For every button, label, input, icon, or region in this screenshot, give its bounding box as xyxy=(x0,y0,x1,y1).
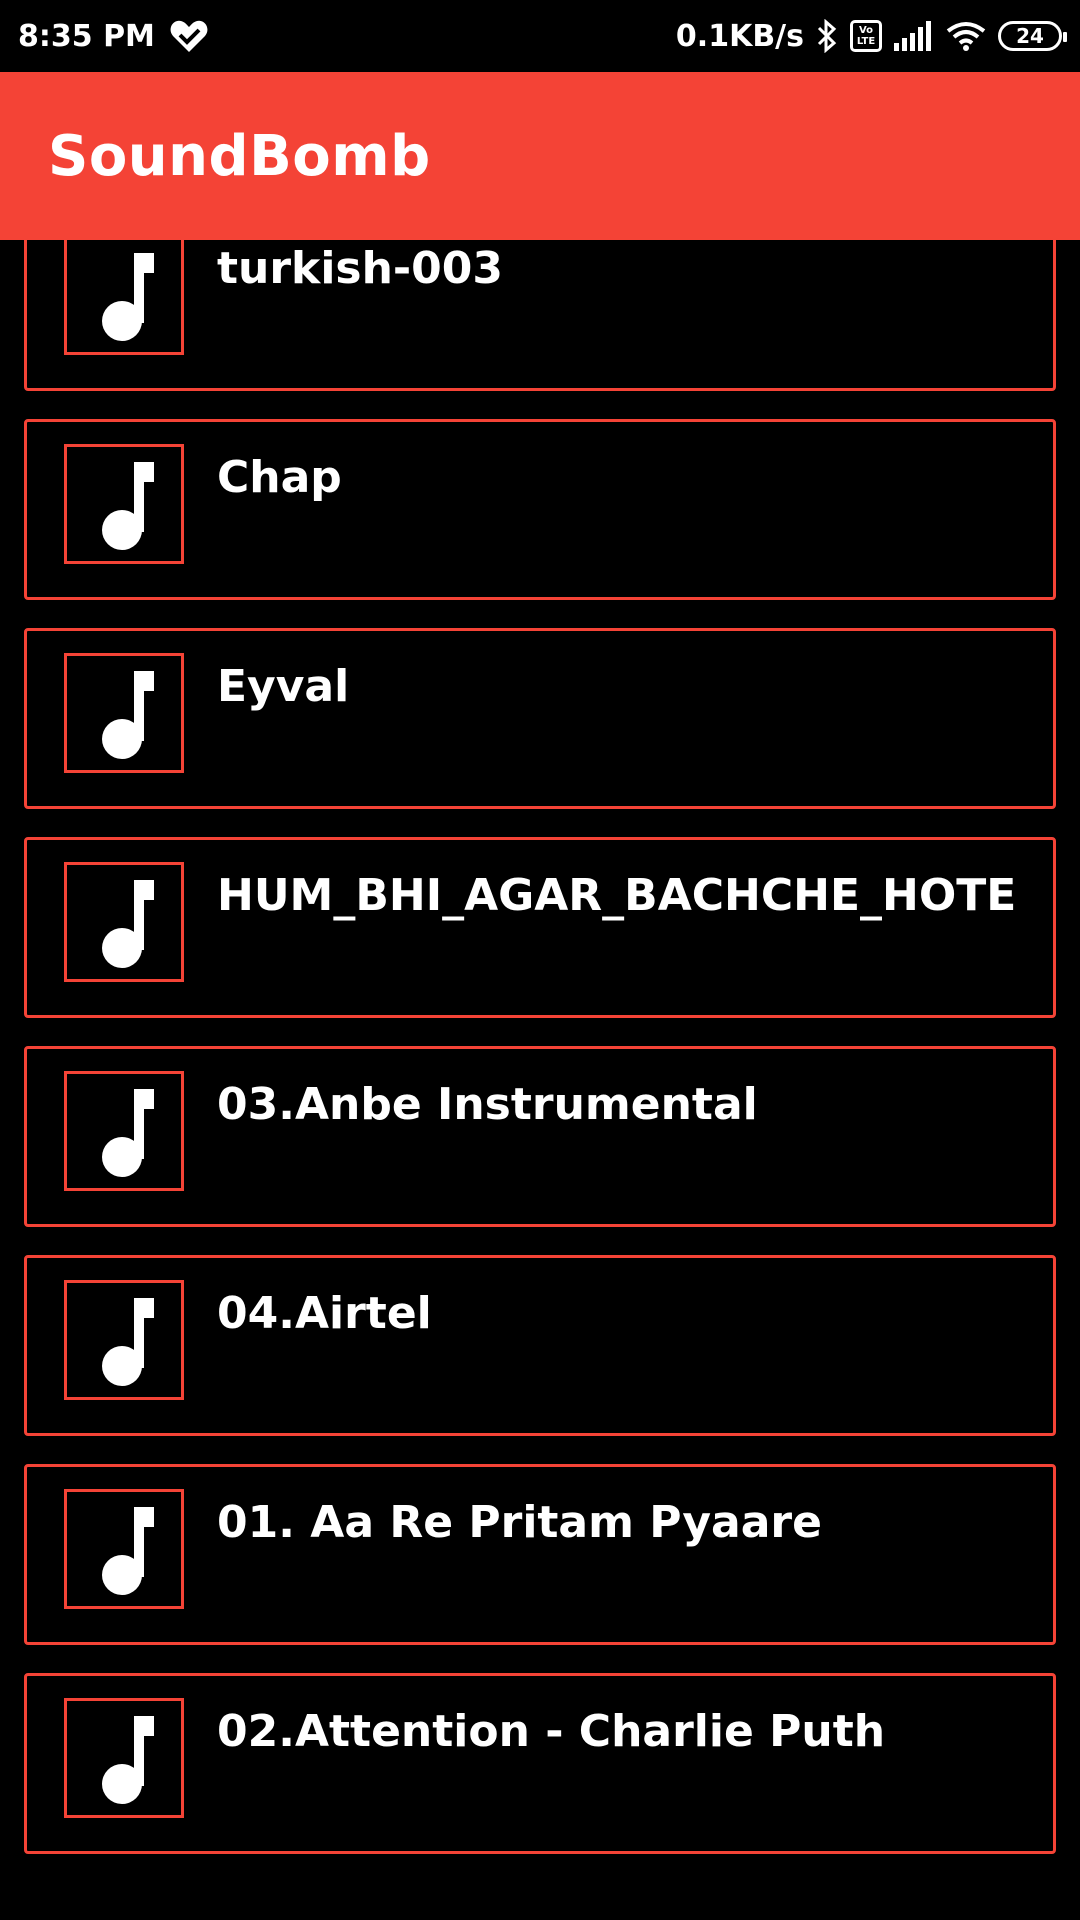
song-list-inner: turkish-003 Chap Eyval HUM_BHI_AGAR_BACH… xyxy=(0,240,1080,1882)
wifi-icon xyxy=(946,21,986,51)
status-left: 8:35 PM xyxy=(18,18,209,54)
song-title: 02.Attention - Charlie Puth xyxy=(217,1706,886,1757)
status-time: 8:35 PM xyxy=(18,18,155,54)
music-note-icon xyxy=(102,1089,154,1177)
song-list-item[interactable]: Eyval xyxy=(24,628,1056,809)
net-speed: 0.1KB/s xyxy=(675,18,804,54)
app-bar: SoundBomb xyxy=(0,72,1080,240)
song-list-item[interactable]: 01. Aa Re Pritam Pyaare xyxy=(24,1464,1056,1645)
song-title: turkish-003 xyxy=(217,243,504,294)
song-thumbnail xyxy=(64,444,184,564)
music-note-icon xyxy=(102,1716,154,1804)
battery-icon: 24 xyxy=(998,21,1067,51)
app-title: SoundBomb xyxy=(48,123,431,189)
song-list-item[interactable]: HUM_BHI_AGAR_BACHCHE_HOTE xyxy=(24,837,1056,1018)
music-note-icon xyxy=(102,671,154,759)
song-list-item[interactable]: 04.Airtel xyxy=(24,1255,1056,1436)
song-list-item[interactable]: 02.Attention - Charlie Puth xyxy=(24,1673,1056,1854)
song-title: 04.Airtel xyxy=(217,1288,432,1339)
status-right: 0.1KB/s Vo LTE 24 xyxy=(675,18,1067,54)
status-bar: 8:35 PM 0.1KB/s Vo LTE 24 xyxy=(0,0,1080,72)
song-list-item[interactable]: Chap xyxy=(24,419,1056,600)
volte-icon: Vo LTE xyxy=(850,20,882,52)
volte-top-label: Vo xyxy=(858,25,874,36)
music-note-icon xyxy=(102,253,154,341)
song-title: Chap xyxy=(217,452,342,503)
song-thumbnail xyxy=(64,240,184,355)
song-thumbnail xyxy=(64,1280,184,1400)
song-list-item[interactable]: turkish-003 xyxy=(24,240,1056,391)
song-list[interactable]: turkish-003 Chap Eyval HUM_BHI_AGAR_BACH… xyxy=(0,240,1080,1920)
volte-bottom-label: LTE xyxy=(856,36,876,47)
song-thumbnail xyxy=(64,1489,184,1609)
music-note-icon xyxy=(102,1298,154,1386)
music-note-icon xyxy=(102,462,154,550)
song-title: 01. Aa Re Pritam Pyaare xyxy=(217,1497,822,1548)
battery-level: 24 xyxy=(1016,24,1044,48)
music-note-icon xyxy=(102,880,154,968)
song-title: 03.Anbe Instrumental xyxy=(217,1079,758,1130)
music-note-icon xyxy=(102,1507,154,1595)
song-thumbnail xyxy=(64,1698,184,1818)
song-thumbnail xyxy=(64,862,184,982)
song-title: Eyval xyxy=(217,661,350,712)
song-title: HUM_BHI_AGAR_BACHCHE_HOTE xyxy=(217,870,1017,921)
bluetooth-icon xyxy=(816,19,838,53)
song-list-item[interactable]: 03.Anbe Instrumental xyxy=(24,1046,1056,1227)
song-thumbnail xyxy=(64,1071,184,1191)
signal-icon xyxy=(894,21,934,51)
heart-check-icon xyxy=(169,18,209,54)
song-thumbnail xyxy=(64,653,184,773)
